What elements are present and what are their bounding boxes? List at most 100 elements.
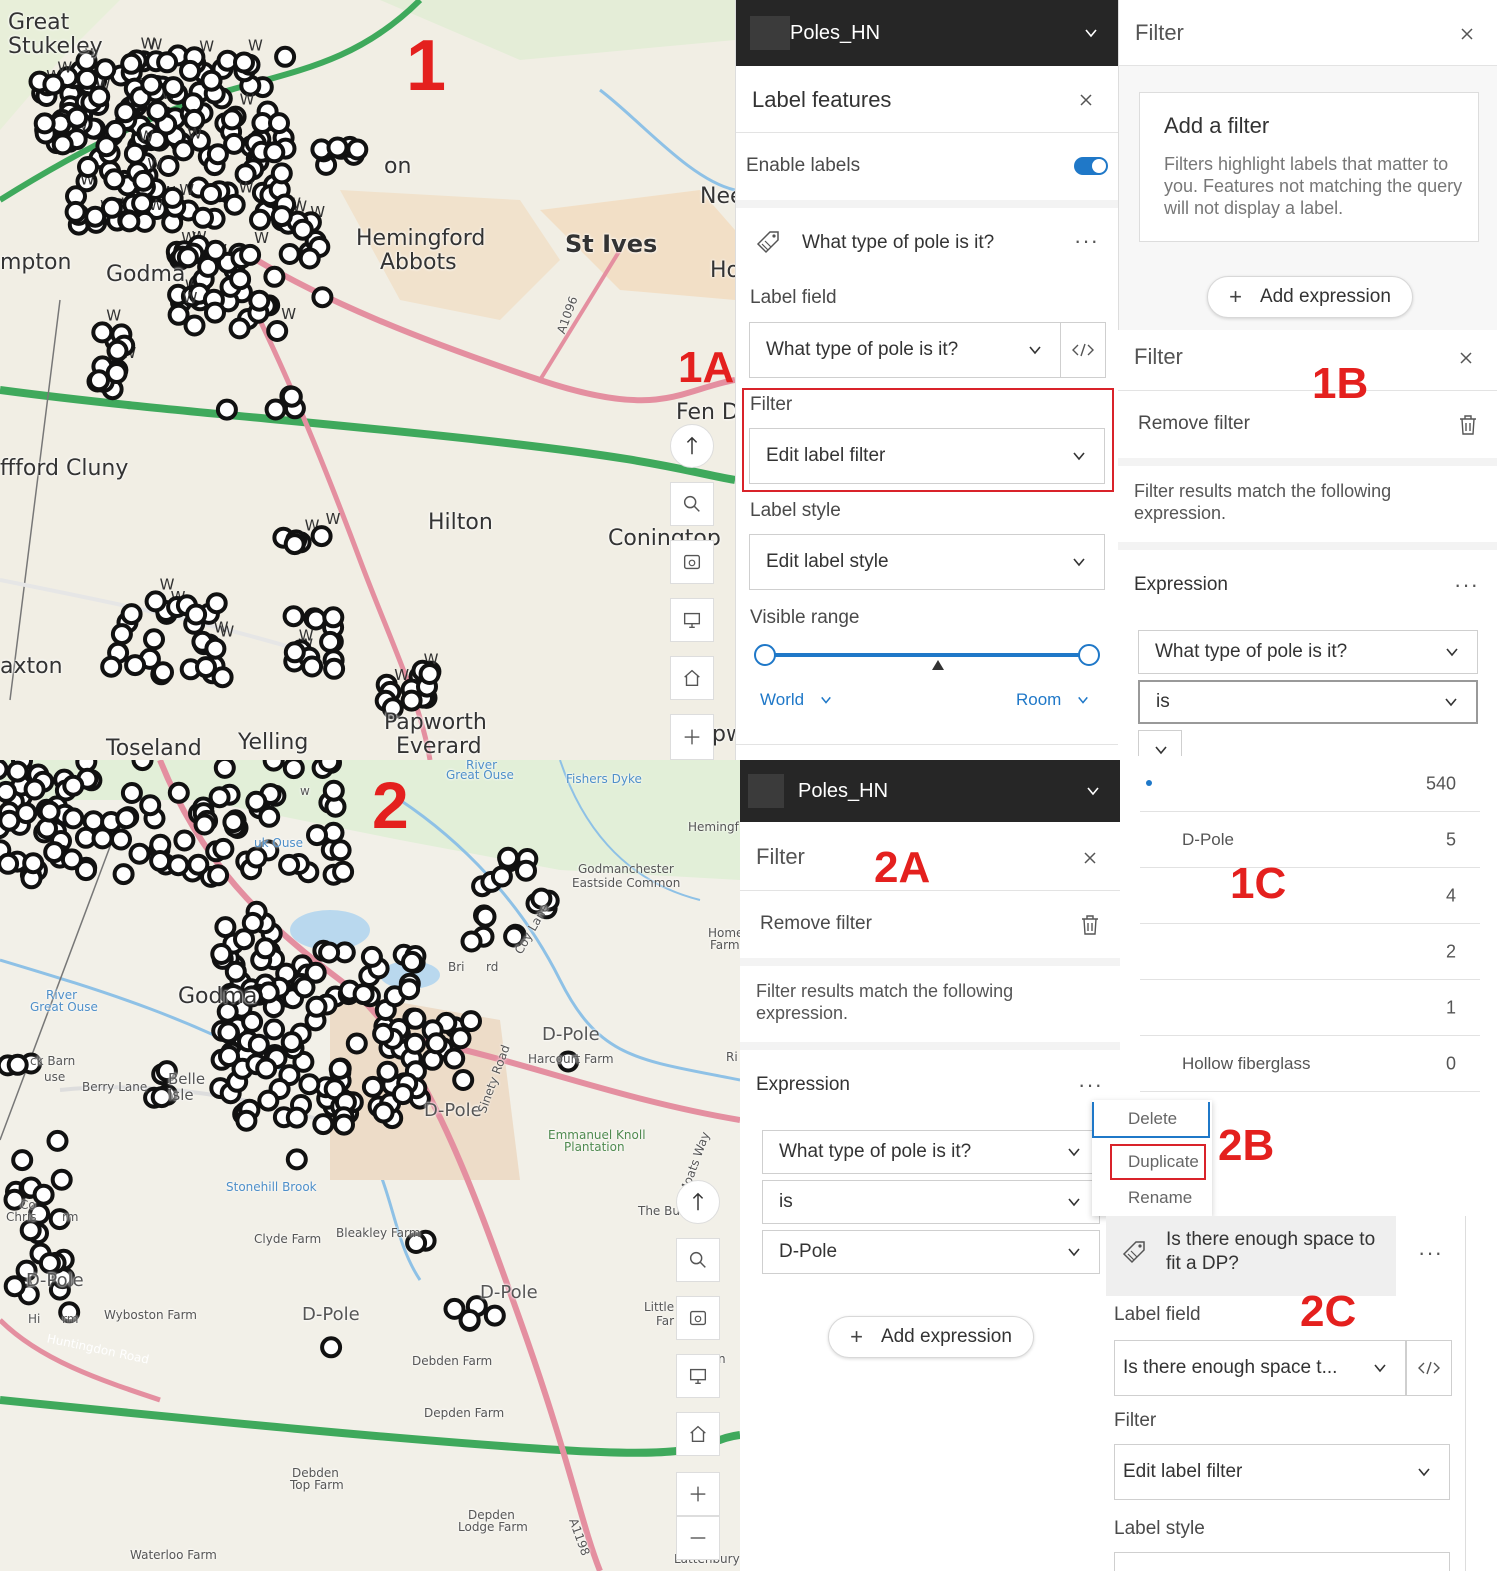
pole-point[interactable] — [105, 362, 128, 384]
close-icon[interactable] — [1458, 350, 1474, 366]
pole-point[interactable] — [404, 1032, 426, 1055]
pole-point[interactable] — [298, 247, 321, 270]
pole-point[interactable] — [320, 1336, 343, 1359]
pole-point[interactable] — [131, 760, 154, 772]
value-list-item[interactable]: Hollow fiberglass 0 — [1140, 1036, 1480, 1092]
pole-point[interactable] — [213, 760, 236, 779]
pole-point[interactable] — [401, 950, 423, 973]
more-dots-icon[interactable]: ··· — [1078, 1072, 1103, 1098]
pole-point[interactable] — [0, 852, 20, 875]
pole-point[interactable] — [247, 1033, 270, 1056]
pole-point[interactable] — [173, 829, 196, 852]
pole-point[interactable] — [43, 841, 66, 864]
pole-point[interactable] — [42, 73, 65, 96]
map-view-1[interactable]: WWWWWWWWWWWWWWWWWWWWWWWWWWWWWWWWWWWWWWWW… — [0, 0, 735, 760]
pole-point[interactable] — [91, 827, 114, 850]
pole-point[interactable] — [100, 196, 123, 219]
pole-point[interactable] — [474, 905, 497, 928]
pole-point[interactable] — [322, 779, 345, 802]
pole-point[interactable] — [322, 606, 345, 629]
compass-button[interactable] — [676, 1180, 720, 1224]
pole-point[interactable] — [241, 1010, 264, 1033]
pole-point[interactable] — [398, 978, 421, 1001]
pole-point[interactable] — [233, 51, 255, 74]
pole-point[interactable] — [210, 943, 233, 965]
pole-point[interactable] — [104, 119, 127, 142]
home-button[interactable] — [676, 1412, 720, 1456]
pole-point[interactable] — [114, 101, 137, 124]
pole-point[interactable] — [204, 239, 227, 262]
pole-point[interactable] — [64, 200, 87, 223]
pole-point[interactable] — [328, 1057, 351, 1080]
pole-point[interactable] — [212, 837, 235, 860]
pole-point[interactable] — [263, 1018, 286, 1041]
pole-point[interactable] — [458, 1309, 481, 1331]
pole-point[interactable] — [22, 852, 45, 875]
pole-point[interactable] — [224, 960, 247, 983]
pole-point[interactable] — [200, 183, 222, 205]
pole-point[interactable] — [283, 641, 306, 664]
expression-value-select[interactable]: D-Pole — [762, 1230, 1100, 1274]
pole-point[interactable] — [319, 630, 342, 653]
pole-point[interactable] — [239, 243, 262, 266]
pole-point[interactable] — [88, 369, 110, 392]
pole-point[interactable] — [274, 45, 297, 68]
pole-point[interactable] — [11, 1149, 34, 1172]
home-button[interactable] — [670, 656, 714, 700]
pole-point[interactable] — [112, 863, 135, 886]
map-view-2[interactable]: Godma Hemingf Godmanchester Eastside Com… — [0, 760, 740, 1571]
value-list-item[interactable]: 4 — [1140, 868, 1480, 924]
fullscreen-button[interactable] — [670, 598, 714, 642]
pole-point[interactable] — [146, 100, 169, 123]
pole-point[interactable] — [255, 1057, 278, 1080]
pole-point[interactable] — [200, 69, 223, 92]
pole-point[interactable] — [278, 243, 301, 265]
value-list-item[interactable]: 540 — [1140, 756, 1480, 812]
pole-point[interactable] — [248, 289, 271, 312]
pole-point[interactable] — [372, 1022, 395, 1045]
value-list-item[interactable]: D-Pole 5 — [1140, 812, 1480, 868]
pole-point[interactable] — [33, 112, 56, 135]
pole-point[interactable] — [23, 778, 46, 801]
pole-point[interactable] — [161, 186, 184, 209]
pole-point[interactable] — [285, 1106, 308, 1129]
value-list-item[interactable]: 2 — [1140, 924, 1480, 980]
pole-point[interactable] — [120, 603, 143, 626]
layer-header[interactable]: Poles_HN — [736, 0, 1118, 66]
pole-point[interactable] — [187, 853, 210, 876]
pole-point[interactable] — [50, 1168, 73, 1191]
pole-point[interactable] — [263, 141, 286, 164]
pole-point[interactable] — [143, 628, 165, 651]
pole-point[interactable] — [418, 663, 441, 685]
pole-point[interactable] — [361, 1075, 384, 1098]
zoom-in-button[interactable] — [676, 1472, 720, 1516]
pole-point[interactable] — [0, 809, 21, 832]
pole-point[interactable] — [120, 52, 143, 75]
basemap-button[interactable] — [676, 1296, 720, 1340]
pole-point[interactable] — [318, 941, 341, 964]
pole-point[interactable] — [306, 824, 328, 847]
pole-point[interactable] — [229, 268, 252, 291]
label-field-expression-button[interactable] — [1406, 1340, 1452, 1396]
pole-point[interactable] — [323, 657, 346, 680]
pole-point[interactable] — [291, 218, 314, 241]
pole-point[interactable] — [228, 317, 251, 340]
pole-point[interactable] — [215, 398, 238, 421]
pole-point[interactable] — [310, 525, 333, 548]
pole-point[interactable] — [293, 976, 316, 999]
pole-point[interactable] — [282, 605, 305, 628]
pole-point[interactable] — [268, 112, 290, 135]
pole-point[interactable] — [254, 937, 277, 960]
remove-filter-label[interactable]: Remove filter — [760, 913, 872, 935]
pole-point[interactable] — [298, 1073, 321, 1096]
pole-point[interactable] — [483, 1304, 506, 1327]
pole-point[interactable] — [123, 142, 146, 165]
pole-point[interactable] — [245, 846, 268, 869]
pole-point[interactable] — [391, 1083, 414, 1106]
pole-point[interactable] — [425, 1032, 448, 1055]
pole-point[interactable] — [372, 1101, 395, 1124]
menu-item-duplicate[interactable]: Duplicate — [1110, 1144, 1206, 1180]
trash-icon[interactable] — [1458, 414, 1478, 436]
edit-label-style-select[interactable]: Edit label style — [749, 534, 1105, 590]
pole-point[interactable] — [3, 1275, 26, 1298]
